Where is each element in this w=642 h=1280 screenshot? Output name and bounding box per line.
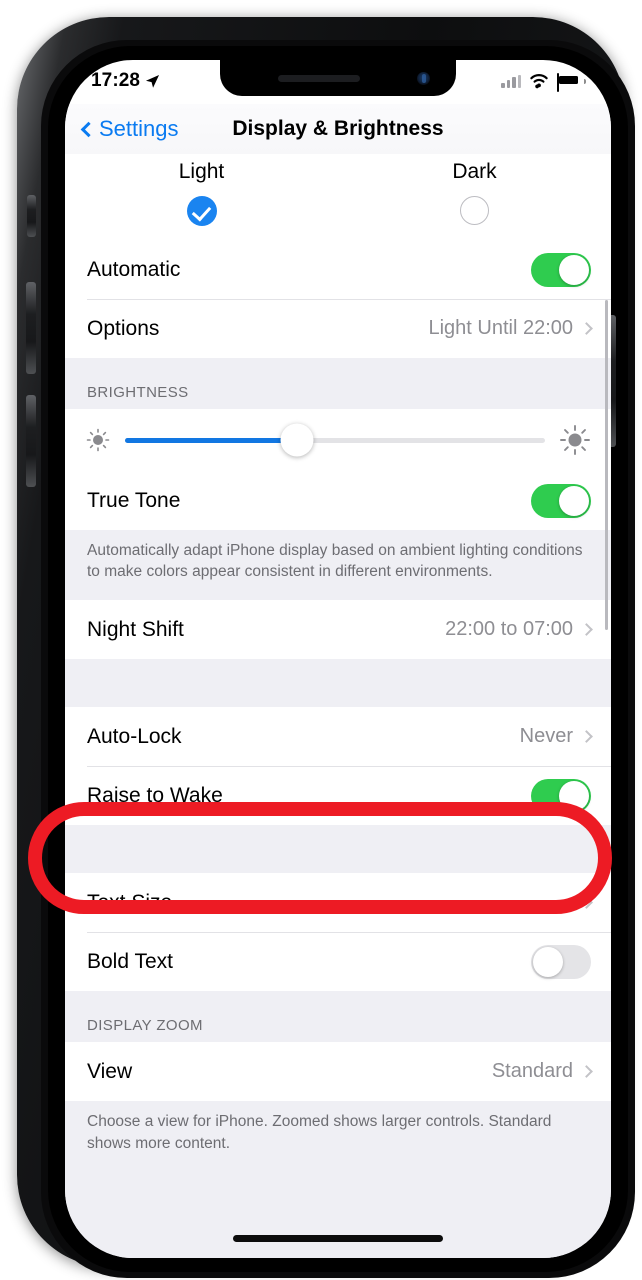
appearance-picker: Light Dark: [65, 154, 611, 240]
row-automatic-label: Automatic: [87, 257, 181, 281]
display-zoom-footnote: Choose a view for iPhone. Zoomed shows l…: [65, 1101, 611, 1172]
row-view-label: View: [87, 1059, 133, 1083]
row-text-size[interactable]: Text Size: [65, 873, 611, 933]
notch: [220, 60, 456, 96]
row-raise-to-wake[interactable]: Raise to Wake: [65, 766, 611, 826]
brightness-slider[interactable]: [125, 423, 545, 457]
section-header-display-zoom: DISPLAY ZOOM: [65, 991, 611, 1043]
navigation-bar: Settings Display & Brightness: [65, 104, 611, 154]
auto-lock-group: Auto-Lock Never Raise to Wake: [65, 707, 611, 826]
row-bold-text-label: Bold Text: [87, 949, 173, 973]
row-night-shift-value: 22:00 to 07:00: [445, 618, 573, 641]
status-bar-left: 17:28: [91, 70, 160, 92]
chevron-left-icon: [80, 121, 97, 137]
status-bar-time: 17:28: [91, 70, 141, 91]
back-button-label: Settings: [99, 116, 179, 141]
appearance-group: Light Dark Automatic Options Light Until…: [65, 154, 611, 358]
row-automatic[interactable]: Automatic: [65, 240, 611, 299]
home-indicator[interactable]: [233, 1235, 443, 1242]
display-zoom-group: View Standard: [65, 1042, 611, 1102]
brightness-slider-handle[interactable]: [280, 423, 314, 457]
row-auto-lock[interactable]: Auto-Lock Never: [65, 707, 611, 767]
appearance-option-dark[interactable]: Dark: [338, 160, 611, 226]
row-auto-lock-value: Never: [519, 725, 573, 748]
text-group: Text Size Bold Text: [65, 873, 611, 992]
chevron-right-icon: [580, 322, 593, 335]
volume-down-button[interactable]: [26, 395, 36, 487]
row-options[interactable]: Options Light Until 22:00: [65, 299, 611, 358]
phone-frame: 17:28 Settings Display & Brightness Ligh…: [17, 17, 635, 1278]
section-gap: [65, 659, 611, 708]
true-tone-footnote: Automatically adapt iPhone display based…: [65, 530, 611, 601]
sun-large-icon: [560, 425, 590, 455]
brightness-group: True Tone: [65, 409, 611, 530]
device-stage: 17:28 Settings Display & Brightness Ligh…: [0, 0, 642, 1280]
chevron-right-icon: [580, 1065, 593, 1079]
row-auto-lock-label: Auto-Lock: [87, 724, 182, 748]
wifi-icon: [530, 74, 548, 89]
checkmark-circle-icon[interactable]: [186, 196, 217, 226]
row-view[interactable]: View Standard: [65, 1042, 611, 1102]
chevron-right-icon: [580, 896, 593, 910]
volume-up-button[interactable]: [26, 282, 36, 374]
location-arrow-icon: [146, 74, 160, 88]
appearance-light-label: Light: [178, 160, 225, 183]
brightness-slider-row[interactable]: [65, 409, 611, 471]
automatic-toggle[interactable]: [531, 252, 591, 287]
row-night-shift[interactable]: Night Shift 22:00 to 07:00: [65, 600, 611, 660]
empty-circle-icon[interactable]: [460, 196, 489, 225]
status-bar-right: [501, 73, 586, 92]
row-raise-to-wake-label: Raise to Wake: [87, 783, 223, 807]
back-to-settings-button[interactable]: Settings: [80, 116, 179, 142]
row-true-tone-label: True Tone: [87, 488, 181, 512]
true-tone-toggle[interactable]: [531, 483, 591, 518]
row-options-value: Light Until 22:00: [428, 317, 573, 339]
section-gap: [65, 825, 611, 874]
earpiece-speaker-icon: [278, 75, 360, 82]
front-camera-icon: [417, 72, 430, 85]
mute-switch-button[interactable]: [27, 195, 36, 237]
cellular-signal-icon: [501, 74, 521, 88]
battery-icon: [557, 73, 586, 92]
appearance-option-light[interactable]: Light: [65, 160, 338, 226]
chevron-right-icon: [580, 730, 593, 744]
vertical-scrollbar[interactable]: [605, 300, 608, 630]
row-view-value: Standard: [491, 1060, 573, 1083]
settings-list[interactable]: Light Dark Automatic Options Light Until…: [65, 154, 611, 1258]
raise-to-wake-toggle[interactable]: [531, 778, 591, 813]
row-options-label: Options: [87, 316, 160, 340]
appearance-dark-label: Dark: [452, 160, 497, 183]
phone-screen: 17:28 Settings Display & Brightness Ligh…: [65, 60, 611, 1258]
chevron-right-icon: [580, 623, 593, 637]
sun-small-icon: [86, 428, 110, 452]
section-header-brightness: BRIGHTNESS: [65, 358, 611, 409]
bold-text-toggle[interactable]: [531, 944, 591, 979]
row-true-tone[interactable]: True Tone: [65, 471, 611, 530]
row-bold-text[interactable]: Bold Text: [65, 932, 611, 992]
row-text-size-label: Text Size: [87, 890, 173, 914]
row-night-shift-label: Night Shift: [87, 617, 184, 641]
night-shift-group: Night Shift 22:00 to 07:00: [65, 600, 611, 660]
